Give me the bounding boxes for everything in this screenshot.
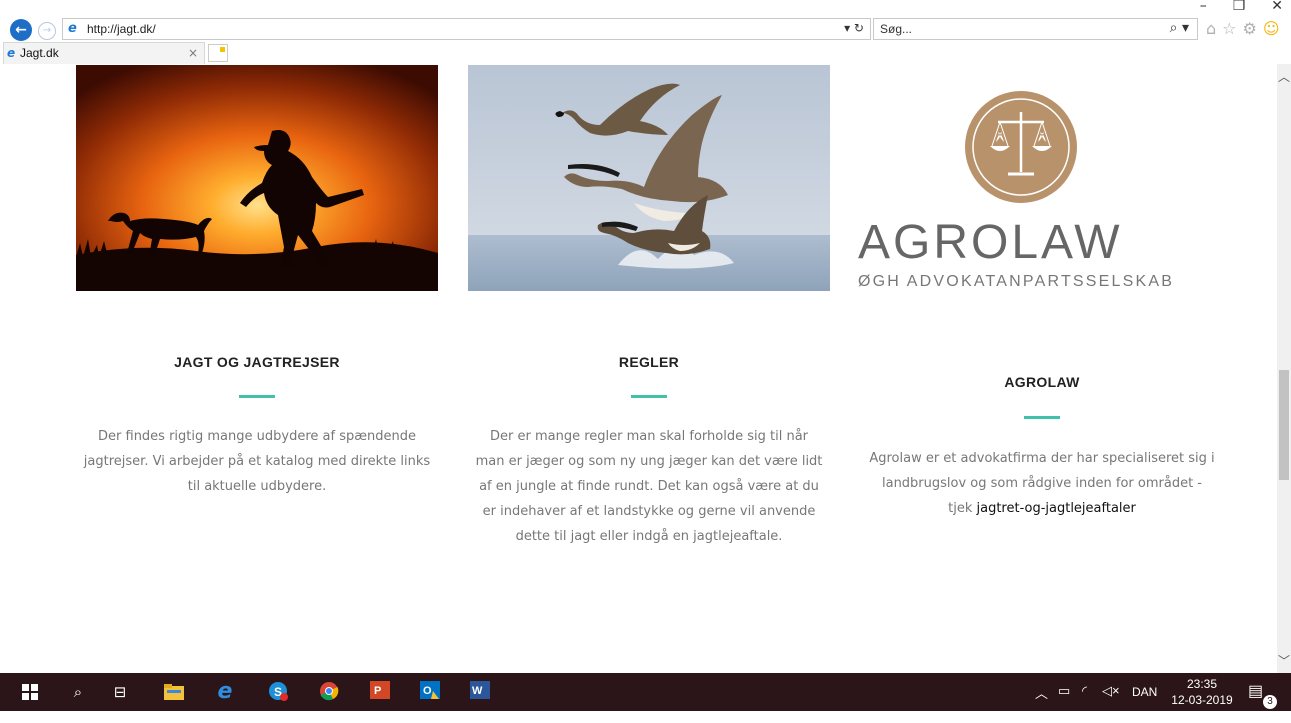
text-line: Agrolaw er et advokatfirma der har speci… — [869, 451, 1215, 466]
powerpoint-icon[interactable]: P — [368, 681, 392, 703]
tab-close-icon[interactable]: × — [188, 46, 198, 60]
chrome-icon[interactable] — [317, 681, 341, 703]
ie-favicon-icon: e — [68, 21, 77, 36]
word-icon[interactable]: W — [468, 681, 492, 703]
logo-brand-text: AGROLAW — [858, 216, 1123, 269]
internet-explorer-icon[interactable]: e — [212, 681, 238, 703]
jagtret-link[interactable]: jagtret-og-jagtlejeaftaler — [976, 501, 1135, 516]
text-line: jagtrejser. Vi arbejder på et katalog me… — [83, 454, 431, 469]
agrolaw-logo: AGROLAW ØGH ADVOKATANPARTSSELSKAB — [858, 84, 1198, 294]
tab-jagt[interactable]: e Jagt.dk × — [3, 42, 205, 64]
scroll-up-icon[interactable]: ︿ — [1278, 68, 1290, 85]
outlook-icon[interactable]: O — [418, 681, 442, 703]
text-line: af en jungle at finde rundt. Det kan ogs… — [479, 479, 819, 494]
address-bar[interactable]: e http://jagt.dk/ ▾ ↻ — [62, 18, 871, 40]
svg-text:P: P — [374, 685, 381, 697]
window-controls: – ❐ ✕ — [1200, 0, 1283, 14]
home-icon[interactable]: ⌂ — [1206, 20, 1216, 40]
clock-date: 12-03-2019 — [1171, 693, 1233, 707]
tray-chevron-icon[interactable]: ︿ — [1035, 683, 1048, 721]
navigation-bar: ← → e http://jagt.dk/ ▾ ↻ Søg... ⌕ ▾ ⌂ ☆… — [0, 14, 1291, 44]
file-explorer-icon[interactable] — [162, 681, 186, 703]
tab-title: Jagt.dk — [20, 46, 59, 60]
close-icon[interactable]: ✕ — [1271, 0, 1283, 14]
start-icon[interactable] — [18, 681, 42, 703]
back-arrow-icon[interactable]: ← — [10, 19, 32, 41]
browser-chrome: – ❐ ✕ ← → e http://jagt.dk/ ▾ ↻ Søg... ⌕… — [0, 0, 1291, 64]
search-box[interactable]: Søg... ⌕ ▾ — [873, 18, 1198, 40]
accent-divider — [239, 395, 275, 398]
hunter-sunset-image — [76, 65, 438, 291]
minimize-icon[interactable]: – — [1200, 0, 1207, 14]
vertical-scrollbar[interactable]: ︿ ﹀ — [1277, 64, 1291, 673]
text-line: er indehaver af et landstykke og gerne v… — [482, 504, 816, 519]
volume-muted-icon[interactable]: ◁× — [1102, 683, 1120, 721]
text-line: tjek jagtret-og-jagtlejeaftaler — [852, 496, 1232, 521]
windows-taskbar: ⌕ ⊟ e S P O W ︿ ▭ ◜ ◁× DAN 23:35 12-03-2… — [0, 673, 1291, 711]
column-title-agrolaw: AGROLAW — [1004, 374, 1080, 390]
search-input[interactable]: Søg... — [880, 22, 912, 36]
geese-landing-image — [468, 65, 830, 291]
address-controls[interactable]: ▾ ↻ — [844, 21, 864, 35]
svg-text:W: W — [472, 685, 483, 697]
toolbar-icons: ⌂ ☆ ⚙ ☺ — [1206, 20, 1280, 40]
ie-favicon-icon: e — [7, 46, 16, 60]
favorites-star-icon[interactable]: ☆ — [1222, 20, 1236, 40]
settings-gear-icon[interactable]: ⚙ — [1243, 20, 1257, 40]
page-content: AGROLAW ØGH ADVOKATANPARTSSELSKAB JAGT O… — [0, 64, 1277, 673]
address-url[interactable]: http://jagt.dk/ — [87, 22, 156, 36]
feedback-smiley-icon[interactable]: ☺ — [1263, 20, 1280, 40]
logo-tagline-text: ØGH ADVOKATANPARTSSELSKAB — [858, 273, 1174, 290]
new-tab-button[interactable] — [208, 44, 228, 62]
column-title-regler: REGLER — [618, 354, 680, 370]
text-line: landbrugslov og som rådgive inden for om… — [881, 476, 1202, 491]
clock-time: 23:35 — [1186, 677, 1218, 691]
search-icon[interactable]: ⌕ — [66, 681, 90, 703]
language-indicator[interactable]: DAN — [1132, 685, 1157, 723]
text-line: man er jæger og som ny ung jæger kan det… — [475, 454, 823, 469]
accent-divider — [1024, 416, 1060, 419]
search-icon[interactable]: ⌕ ▾ — [1170, 20, 1189, 36]
text-line: Der findes rigtig mange udbydere af spæn… — [98, 429, 416, 444]
text-line: Der er mange regler man skal forholde si… — [490, 429, 808, 444]
text-line: til aktuelle udbydere. — [187, 479, 327, 494]
column-text-regler: Der er mange regler man skal forholde si… — [460, 424, 838, 549]
notification-count-badge: 3 — [1263, 695, 1277, 709]
column-text-jagt: Der findes rigtig mange udbydere af spæn… — [70, 424, 444, 499]
column-title-jagt: JAGT OG JAGTREJSER — [174, 354, 340, 370]
scrollbar-thumb[interactable] — [1279, 370, 1289, 480]
tab-strip: e Jagt.dk × — [0, 42, 1291, 64]
text-line: dette til jagt eller indgå en jagtlejeaf… — [515, 529, 783, 544]
column-text-agrolaw: Agrolaw er et advokatfirma der har speci… — [852, 446, 1232, 521]
wifi-icon[interactable]: ◜ — [1082, 683, 1087, 721]
clock[interactable]: 23:35 12-03-2019 — [1170, 676, 1234, 714]
scroll-down-icon[interactable]: ﹀ — [1278, 652, 1290, 669]
restore-icon[interactable]: ❐ — [1233, 0, 1246, 14]
svg-text:O: O — [423, 685, 432, 697]
link-prefix: tjek — [948, 501, 977, 516]
accent-divider — [631, 395, 667, 398]
battery-icon[interactable]: ▭ — [1058, 683, 1070, 721]
forward-arrow-icon[interactable]: → — [38, 22, 56, 40]
task-view-icon[interactable]: ⊟ — [108, 681, 132, 703]
skype-icon[interactable]: S — [266, 681, 290, 703]
notification-center-icon[interactable]: ▤ — [1248, 681, 1263, 719]
